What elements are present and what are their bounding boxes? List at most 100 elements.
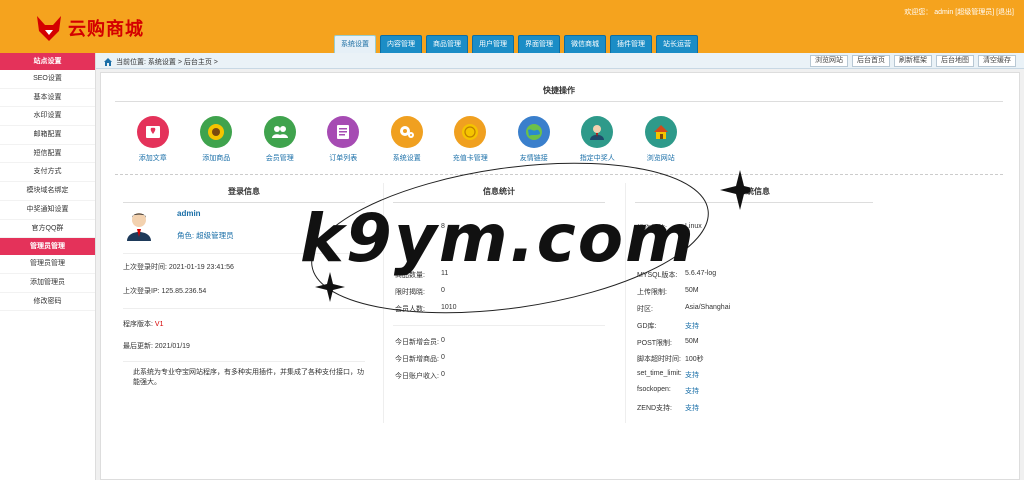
- quick-designate-winner[interactable]: 指定中奖人: [566, 116, 630, 163]
- sidebar-group-admin[interactable]: 管理员管理: [0, 238, 95, 256]
- home-icon: [104, 58, 112, 66]
- avatar: [127, 213, 151, 241]
- tab-users[interactable]: 用户管理: [472, 35, 514, 53]
- sidebar-item-admin-manage[interactable]: 管理员管理: [0, 255, 95, 274]
- sys-value: 支持: [685, 372, 699, 379]
- quick-recharge-card[interactable]: 充值卡管理: [439, 116, 503, 163]
- person-icon: [581, 116, 614, 148]
- clear-cache-button[interactable]: 清空缓存: [978, 55, 1016, 67]
- sidebar-item-basic[interactable]: 基本设置: [0, 89, 95, 108]
- sidebar-group-site[interactable]: 站点设置: [0, 53, 95, 70]
- stat-row: 今日新增会员: 0: [395, 337, 445, 347]
- sys-label: fsockopen:: [637, 386, 671, 393]
- sidebar-item-change-password[interactable]: 修改密码: [0, 293, 95, 312]
- sidebar: 站点设置 SEO设置 基本设置 水印设置 邮箱配置 短信配置 支付方式 模块域名…: [0, 53, 96, 480]
- breadcrumb-text: 当前位置: 系统设置 > 后台主页 >: [116, 59, 218, 66]
- fox-logo-icon: [37, 16, 61, 41]
- tab-content[interactable]: 内容管理: [380, 35, 422, 53]
- welcome-prefix: 欢迎您：: [904, 9, 933, 16]
- main-nav: 系统设置 内容管理 商品管理 用户管理 界面管理 微信商城 插件管理 站长运营: [334, 35, 702, 53]
- stat-row: 今日新增商品: 0: [395, 354, 445, 364]
- quick-member-manage[interactable]: 会员管理: [248, 116, 312, 163]
- breadcrumb-buttons: 浏览网站 后台首页 刷新框架 后台地图 清空缓存: [806, 55, 1016, 67]
- quick-label: 添加文章: [138, 155, 167, 162]
- quick-order-list[interactable]: 订单列表: [312, 116, 376, 163]
- house-icon: [644, 116, 677, 148]
- list-icon: [327, 116, 360, 148]
- sys-row: fsockopen: 支持: [637, 386, 699, 396]
- program-version: 程序版本: V1: [123, 319, 365, 329]
- logo-text: 云购商城: [68, 19, 144, 39]
- divider: [123, 361, 365, 362]
- tab-products[interactable]: 商品管理: [426, 35, 468, 53]
- sidebar-item-prize-notify[interactable]: 中奖通知设置: [0, 201, 95, 220]
- sidebar-item-watermark[interactable]: 水印设置: [0, 107, 95, 127]
- stat-value: 0: [441, 354, 445, 361]
- quick-system-settings[interactable]: 系统设置: [375, 116, 439, 163]
- sys-value: 支持: [685, 323, 699, 330]
- sidebar-item-qq-group[interactable]: 官方QQ群: [0, 220, 95, 239]
- sys-label: set_time_limit:: [637, 370, 682, 377]
- quick-label: 添加商品: [202, 155, 231, 162]
- quick-browse-site[interactable]: 浏览网站: [629, 116, 693, 163]
- sidebar-item-seo[interactable]: SEO设置: [0, 70, 95, 89]
- quick-actions-title: 快捷操作: [115, 85, 1003, 102]
- admin-map-button[interactable]: 后台地图: [936, 55, 974, 67]
- browse-site-button[interactable]: 浏览网站: [810, 55, 848, 67]
- version-value: V1: [154, 321, 164, 328]
- welcome-user: admin [超级管理员]: [934, 9, 995, 16]
- stat-row: 今日账户收入: 0: [395, 371, 445, 381]
- book-icon: [136, 116, 169, 148]
- sidebar-item-email[interactable]: 邮箱配置: [0, 126, 95, 145]
- sys-row: GD库: 支持: [637, 321, 699, 331]
- tab-system-settings[interactable]: 系统设置: [334, 35, 376, 53]
- logout-link[interactable]: [退出]: [996, 9, 1014, 16]
- watermark-text: k9ym.com: [300, 200, 696, 277]
- sys-label: 脚本超时时间:: [637, 356, 681, 363]
- sys-value: 100秒: [685, 356, 704, 363]
- welcome-text: 欢迎您： admin [超级管理员] [退出]: [904, 7, 1014, 17]
- globe-icon: [517, 116, 550, 148]
- sys-value: 50M: [685, 338, 699, 345]
- quick-add-article[interactable]: 添加文章: [121, 116, 185, 163]
- sidebar-item-domain[interactable]: 模块域名绑定: [0, 182, 95, 201]
- sidebar-item-add-admin[interactable]: 添加管理员: [0, 274, 95, 293]
- sys-label: POST限制:: [637, 340, 673, 347]
- sys-value: 支持: [685, 405, 699, 412]
- logo[interactable]: 云购商城: [34, 13, 144, 43]
- sys-label: GD库:: [637, 323, 657, 330]
- system-description: 此系统为专业夺宝网站程序，有多种实用插件，并集成了各种支付接口，功能强大。: [133, 369, 364, 386]
- quick-add-product[interactable]: 添加商品: [185, 116, 249, 163]
- admin-home-button[interactable]: 后台首页: [852, 55, 890, 67]
- quick-friend-links[interactable]: 友情链接: [502, 116, 566, 163]
- tab-interface[interactable]: 界面管理: [518, 35, 560, 53]
- breadcrumb: 当前位置: 系统设置 > 后台主页 >: [104, 57, 218, 67]
- stat-label: 今日新增商品:: [395, 356, 439, 363]
- sys-row: ZEND支持: 支持: [637, 403, 699, 413]
- divider: [393, 325, 605, 326]
- version-label: 程序版本:: [123, 321, 153, 328]
- top-header: 云购商城 欢迎您： admin [超级管理员] [退出] 系统设置 内容管理 商…: [0, 0, 1024, 53]
- stat-value: 0: [441, 337, 445, 344]
- refresh-frame-button[interactable]: 刷新框架: [894, 55, 932, 67]
- users-icon: [263, 116, 296, 148]
- stat-label: 今日账户收入:: [395, 373, 439, 380]
- sidebar-item-sms[interactable]: 短信配置: [0, 145, 95, 164]
- sidebar-item-payment[interactable]: 支付方式: [0, 163, 95, 183]
- login-username: admin: [177, 209, 201, 218]
- login-role: 角色: 超级管理员: [177, 231, 234, 240]
- tab-operations[interactable]: 站长运营: [656, 35, 698, 53]
- sunflower-icon: [200, 116, 233, 148]
- stat-value: 0: [441, 371, 445, 378]
- coin-icon: [454, 116, 487, 148]
- gear-icon: [390, 116, 423, 148]
- last-updated: 最后更新: 2021/01/19: [123, 343, 190, 350]
- breadcrumb-bar: 当前位置: 系统设置 > 后台主页 > 浏览网站 后台首页 刷新框架 后台地图 …: [96, 53, 1024, 69]
- tab-wechat[interactable]: 微信商城: [564, 35, 606, 53]
- sys-row: POST限制: 50M: [637, 338, 699, 348]
- tab-plugins[interactable]: 插件管理: [610, 35, 652, 53]
- sys-row: 脚本超时时间: 100秒: [637, 354, 704, 364]
- quick-actions-grid: 添加文章 添加商品 会员管理 订单列表 系统设置 充值卡管理 友情链接 指定中奖…: [121, 116, 693, 163]
- stat-label: 今日新增会员:: [395, 339, 439, 346]
- sys-row: set_time_limit: 支持: [637, 370, 699, 380]
